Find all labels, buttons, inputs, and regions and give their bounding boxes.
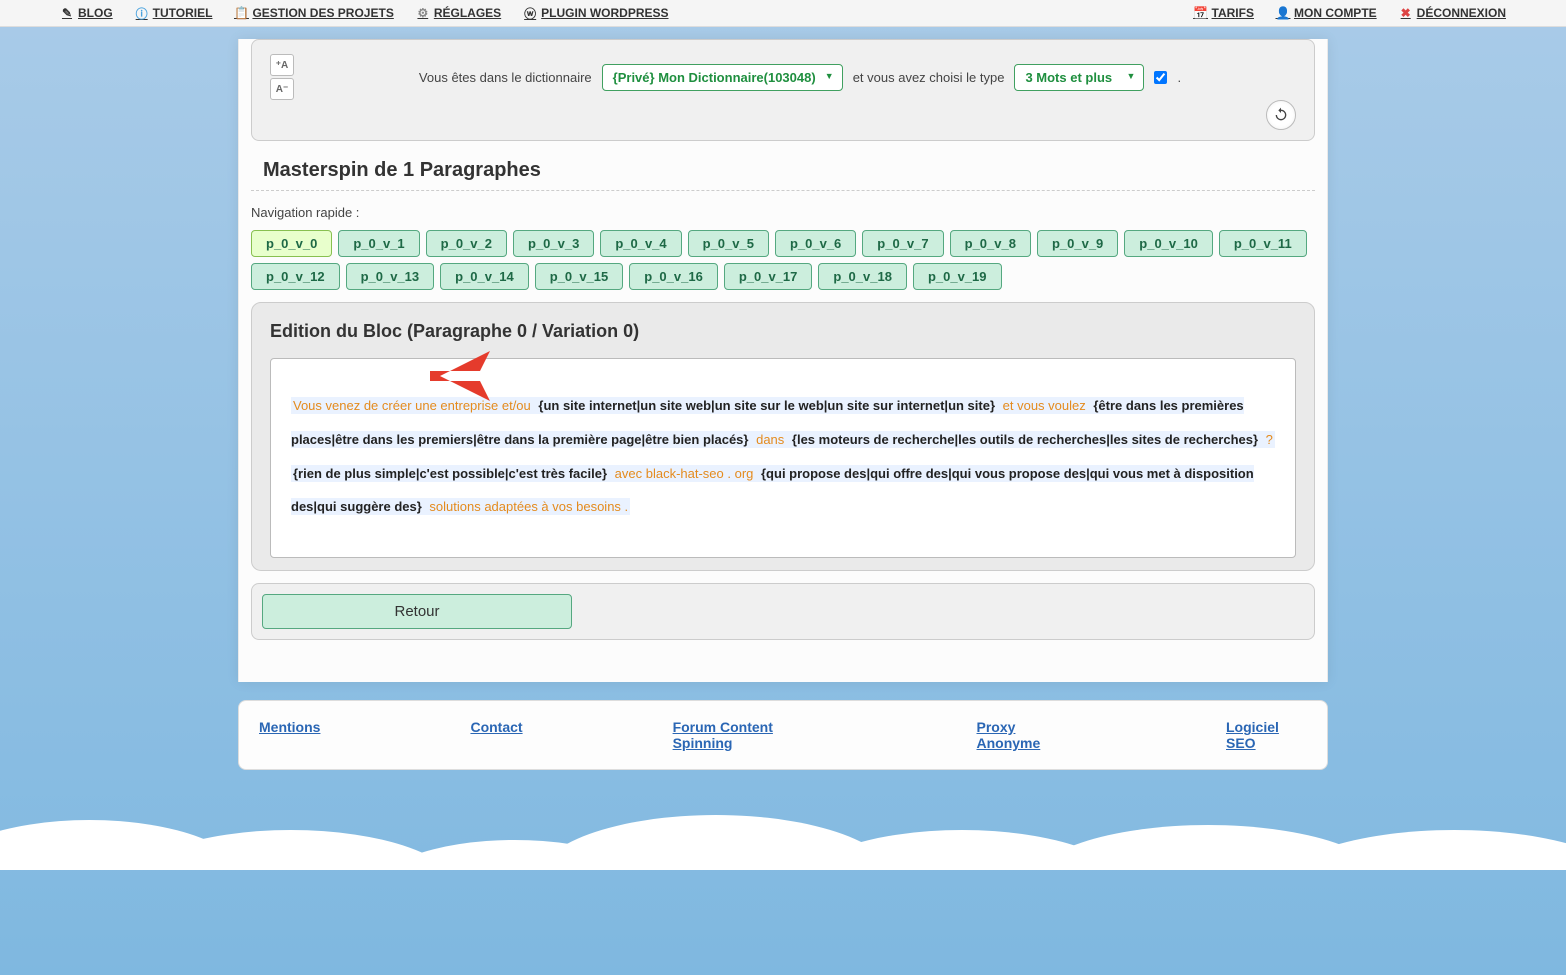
wordpress-icon: ⓦ <box>523 6 537 20</box>
footer-mentions[interactable]: Mentions <box>259 719 320 751</box>
footer-proxy[interactable]: Proxy Anonyme <box>977 719 1077 751</box>
menu-deconnexion[interactable]: ✖ DÉCONNEXION <box>1399 6 1506 20</box>
title-separator <box>251 190 1315 191</box>
footer: Mentions Contact Forum Content Spinning … <box>238 700 1328 770</box>
back-button[interactable]: Retour <box>262 594 572 629</box>
footer-logiciel[interactable]: Logiciel SEO <box>1226 719 1307 751</box>
calendar-icon: 📅 <box>1194 6 1208 20</box>
back-panel: Retour <box>251 583 1315 640</box>
variation-pill-p_0_v_11[interactable]: p_0_v_11 <box>1219 230 1307 257</box>
type-select[interactable]: 3 Mots et plus <box>1014 64 1144 91</box>
variation-pill-p_0_v_15[interactable]: p_0_v_15 <box>535 263 624 290</box>
menu-blog-label: BLOG <box>78 6 113 20</box>
font-increase-button[interactable]: ⁺A <box>270 54 294 76</box>
menu-plugin-label: PLUGIN WORDPRESS <box>541 6 668 20</box>
variation-pill-p_0_v_7[interactable]: p_0_v_7 <box>862 230 943 257</box>
menu-reglages[interactable]: ⚙ RÉGLAGES <box>416 6 501 20</box>
seg-static-2: et vous voulez <box>997 397 1091 414</box>
variation-pill-p_0_v_12[interactable]: p_0_v_12 <box>251 263 340 290</box>
variation-pill-p_0_v_14[interactable]: p_0_v_14 <box>440 263 529 290</box>
close-icon: ✖ <box>1399 6 1413 20</box>
menu-gestion[interactable]: 📋 GESTION DES PROJETS <box>234 6 393 20</box>
seg-spin-3[interactable]: {les moteurs de recherche|les outils de … <box>790 431 1260 448</box>
variation-pill-p_0_v_3[interactable]: p_0_v_3 <box>513 230 594 257</box>
menu-compte[interactable]: 👤 MON COMPTE <box>1276 6 1377 20</box>
menu-reglages-label: RÉGLAGES <box>434 6 501 20</box>
menu-tarifs[interactable]: 📅 TARIFS <box>1194 6 1254 20</box>
variation-pill-p_0_v_2[interactable]: p_0_v_2 <box>426 230 507 257</box>
variation-pills: p_0_v_0p_0_v_1 p_0_v_2p_0_v_3p_0_v_4 p_0_v… <box>251 230 1315 290</box>
pencil-icon: ✎ <box>60 6 74 20</box>
variation-pill-p_0_v_19[interactable]: p_0_v_19 <box>913 263 1002 290</box>
variation-pill-p_0_v_17[interactable]: p_0_v_17 <box>724 263 813 290</box>
variation-pill-p_0_v_9[interactable]: p_0_v_9 <box>1037 230 1118 257</box>
gear-icon: ⚙ <box>416 6 430 20</box>
editor-panel: Edition du Bloc (Paragraphe 0 / Variatio… <box>251 302 1315 571</box>
seg-spin-1[interactable]: {un site internet|un site web|un site su… <box>536 397 997 414</box>
type-checkbox[interactable] <box>1154 71 1167 84</box>
refresh-button[interactable] <box>1266 100 1296 130</box>
quick-nav-label: Navigation rapide : <box>251 205 1315 220</box>
dict-text-before: Vous êtes dans le dictionnaire <box>419 70 592 85</box>
variation-pill-p_0_v_6[interactable]: p_0_v_6 <box>775 230 856 257</box>
seg-static-6: solutions adaptées à vos besoins . <box>424 498 630 515</box>
dict-period: . <box>1177 70 1181 85</box>
menu-tutoriel[interactable]: ⓘ TUTORIEL <box>135 6 213 20</box>
menu-deconnexion-label: DÉCONNEXION <box>1417 6 1506 20</box>
seg-static-3: dans <box>750 431 789 448</box>
seg-spin-4[interactable]: {rien de plus simple|c'est possible|c'es… <box>291 465 609 482</box>
menu-plugin[interactable]: ⓦ PLUGIN WORDPRESS <box>523 6 668 20</box>
dict-text-mid: et vous avez choisi le type <box>853 70 1005 85</box>
menu-tutoriel-label: TUTORIEL <box>153 6 213 20</box>
main-content: ⁺A A⁻ Vous êtes dans le dictionnaire {Pr… <box>238 39 1328 682</box>
info-icon: ⓘ <box>135 6 149 20</box>
editor-heading: Edition du Bloc (Paragraphe 0 / Variatio… <box>270 321 1296 342</box>
menu-tarifs-label: TARIFS <box>1212 6 1254 20</box>
clipboard-plus-icon: 📋 <box>234 6 248 20</box>
footer-forum[interactable]: Forum Content Spinning <box>673 719 827 751</box>
variation-pill-p_0_v_10[interactable]: p_0_v_10 <box>1124 230 1213 257</box>
seg-static-4: ? <box>1260 431 1275 448</box>
dictionary-select[interactable]: {Privé} Mon Dictionnaire(103048) <box>602 64 843 91</box>
refresh-icon <box>1273 107 1289 123</box>
variation-pill-p_0_v_16[interactable]: p_0_v_16 <box>629 263 718 290</box>
decorative-clouds <box>0 770 1566 870</box>
font-decrease-button[interactable]: A⁻ <box>270 78 294 100</box>
variation-pill-p_0_v_18[interactable]: p_0_v_18 <box>818 263 907 290</box>
variation-pill-p_0_v_0[interactable]: p_0_v_0 <box>251 230 332 257</box>
pointer-arrow-icon <box>420 341 500 411</box>
menu-compte-label: MON COMPTE <box>1294 6 1377 20</box>
seg-static-5: avec black-hat-seo . org <box>609 465 759 482</box>
variation-pill-p_0_v_8[interactable]: p_0_v_8 <box>950 230 1031 257</box>
variation-pill-p_0_v_4[interactable]: p_0_v_4 <box>600 230 681 257</box>
variation-pill-p_0_v_13[interactable]: p_0_v_13 <box>346 263 435 290</box>
dictionary-panel: ⁺A A⁻ Vous êtes dans le dictionnaire {Pr… <box>251 39 1315 141</box>
menu-blog[interactable]: ✎ BLOG <box>60 6 113 20</box>
page-title: Masterspin de 1 Paragraphes <box>263 159 1303 182</box>
account-icon: 👤 <box>1276 6 1290 20</box>
footer-contact[interactable]: Contact <box>470 719 522 751</box>
variation-pill-p_0_v_5[interactable]: p_0_v_5 <box>688 230 769 257</box>
menu-gestion-label: GESTION DES PROJETS <box>252 6 393 20</box>
variation-pill-p_0_v_1[interactable]: p_0_v_1 <box>338 230 419 257</box>
top-menu: ✎ BLOG ⓘ TUTORIEL 📋 GESTION DES PROJETS ⚙ RÉ… <box>0 0 1566 27</box>
